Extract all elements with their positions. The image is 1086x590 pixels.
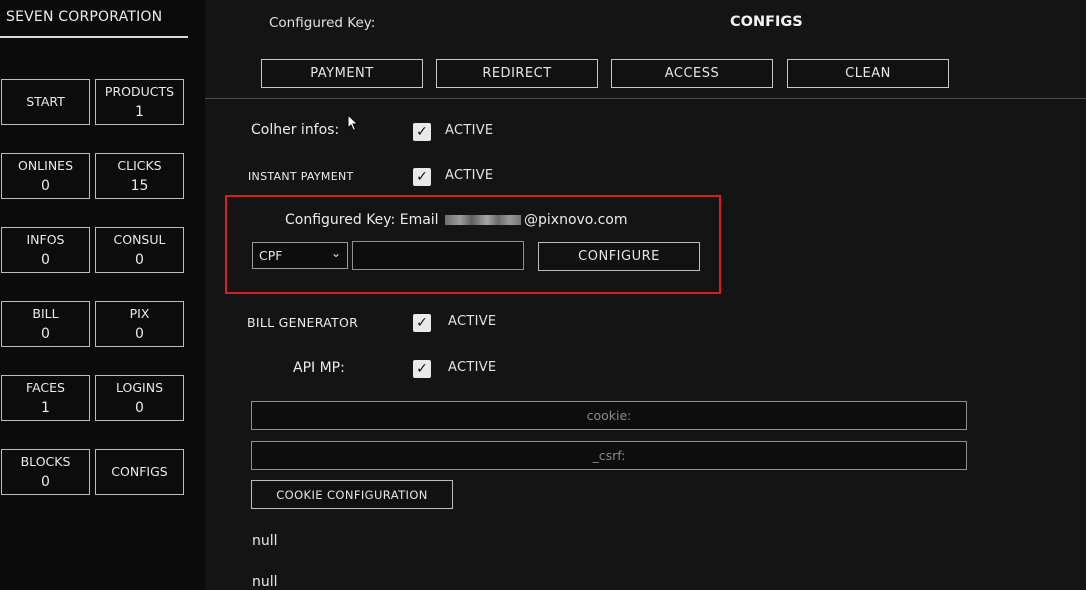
tile-label: BILL	[32, 306, 59, 321]
colher-infos-status: ACTIVE	[445, 123, 494, 138]
tile-count: 0	[41, 474, 50, 490]
tile-count: 0	[135, 326, 144, 342]
colher-infos-checkbox[interactable]: ✓	[413, 123, 431, 141]
tile-count: 1	[135, 104, 144, 120]
tile-count: 15	[130, 178, 149, 194]
check-icon: ✓	[416, 169, 428, 185]
sidebar-tile-onlines[interactable]: ONLINES 0	[1, 153, 90, 199]
tab-redirect[interactable]: REDIRECT	[436, 59, 598, 88]
tile-label: START	[26, 94, 65, 109]
configured-key-header: Configured Key:	[269, 15, 376, 31]
brand-title: SEVEN CORPORATION	[0, 0, 188, 38]
sidebar-tile-pix[interactable]: PIX 0	[95, 301, 184, 347]
tile-label: FACES	[26, 380, 65, 395]
api-mp-label: API MP:	[293, 360, 345, 376]
key-type-select[interactable]: CPF ⌄	[252, 242, 348, 269]
tile-label: CONSUL	[113, 232, 166, 247]
page-title: CONFIGS	[730, 14, 803, 30]
check-icon: ✓	[416, 315, 428, 331]
header-divider	[205, 98, 1086, 99]
check-icon: ✓	[416, 361, 428, 377]
csrf-input[interactable]: _csrf:	[251, 441, 967, 470]
sidebar-tile-infos[interactable]: INFOS 0	[1, 227, 90, 273]
sidebar-tile-faces[interactable]: FACES 1	[1, 375, 90, 421]
instant-payment-status: ACTIVE	[445, 168, 494, 183]
tile-label: LOGINS	[115, 380, 163, 395]
tile-label: CLICKS	[117, 158, 162, 173]
bill-generator-label: BILL GENERATOR	[247, 315, 359, 330]
tile-label: PIX	[129, 306, 150, 321]
sidebar-tile-consul[interactable]: CONSUL 0	[95, 227, 184, 273]
instant-payment-checkbox[interactable]: ✓	[413, 168, 431, 186]
tile-count: 0	[135, 400, 144, 416]
cookie-configuration-button[interactable]: COOKIE CONFIGURATION	[251, 480, 453, 509]
configure-button[interactable]: CONFIGURE	[538, 242, 700, 271]
result-value: null	[252, 574, 278, 590]
tile-label: CONFIGS	[111, 464, 168, 479]
sidebar-tile-start[interactable]: START	[1, 79, 90, 125]
key-prefix: Configured Key: Email	[285, 212, 439, 228]
sidebar-tile-configs[interactable]: CONFIGS	[95, 449, 184, 495]
sidebar-tile-logins[interactable]: LOGINS 0	[95, 375, 184, 421]
select-value: CPF	[259, 248, 283, 263]
cookie-input[interactable]: cookie:	[251, 401, 967, 430]
api-mp-checkbox[interactable]: ✓	[413, 360, 431, 378]
tab-payment[interactable]: PAYMENT	[261, 59, 423, 88]
tile-label: PRODUCTS	[104, 84, 175, 99]
sidebar: SEVEN CORPORATION START PRODUCTS 1 ONLIN…	[0, 0, 205, 590]
tile-count: 1	[41, 400, 50, 416]
tile-count: 0	[41, 252, 50, 268]
key-suffix: @pixnovo.com	[524, 212, 628, 228]
tile-label: BLOCKS	[20, 454, 71, 469]
key-value-input[interactable]	[352, 241, 524, 270]
result-value: null	[252, 533, 278, 549]
bill-generator-checkbox[interactable]: ✓	[413, 314, 431, 332]
check-icon: ✓	[416, 124, 428, 140]
chevron-down-icon: ⌄	[330, 245, 341, 260]
csrf-placeholder: _csrf:	[592, 448, 626, 463]
mouse-cursor-icon	[347, 114, 359, 132]
bill-generator-status: ACTIVE	[448, 314, 497, 329]
tile-count: 0	[135, 252, 144, 268]
api-mp-status: ACTIVE	[448, 360, 497, 375]
sidebar-tile-bill[interactable]: BILL 0	[1, 301, 90, 347]
cookie-placeholder: cookie:	[586, 408, 632, 423]
tab-access[interactable]: ACCESS	[611, 59, 773, 88]
sidebar-tile-blocks[interactable]: BLOCKS 0	[1, 449, 90, 495]
colher-infos-label: Colher infos:	[251, 122, 340, 138]
tile-label: INFOS	[26, 232, 65, 247]
tab-clean[interactable]: CLEAN	[787, 59, 949, 88]
configured-key-email: Configured Key: Email @pixnovo.com	[285, 212, 627, 228]
sidebar-tile-products[interactable]: PRODUCTS 1	[95, 79, 184, 125]
main-panel: Configured Key: CONFIGS PAYMENT REDIRECT…	[205, 0, 1086, 590]
sidebar-tile-clicks[interactable]: CLICKS 15	[95, 153, 184, 199]
instant-payment-label: INSTANT PAYMENT	[248, 170, 354, 183]
tile-count: 0	[41, 326, 50, 342]
tile-count: 0	[41, 178, 50, 194]
tile-label: ONLINES	[17, 158, 74, 173]
redacted-email-blur	[445, 215, 522, 225]
